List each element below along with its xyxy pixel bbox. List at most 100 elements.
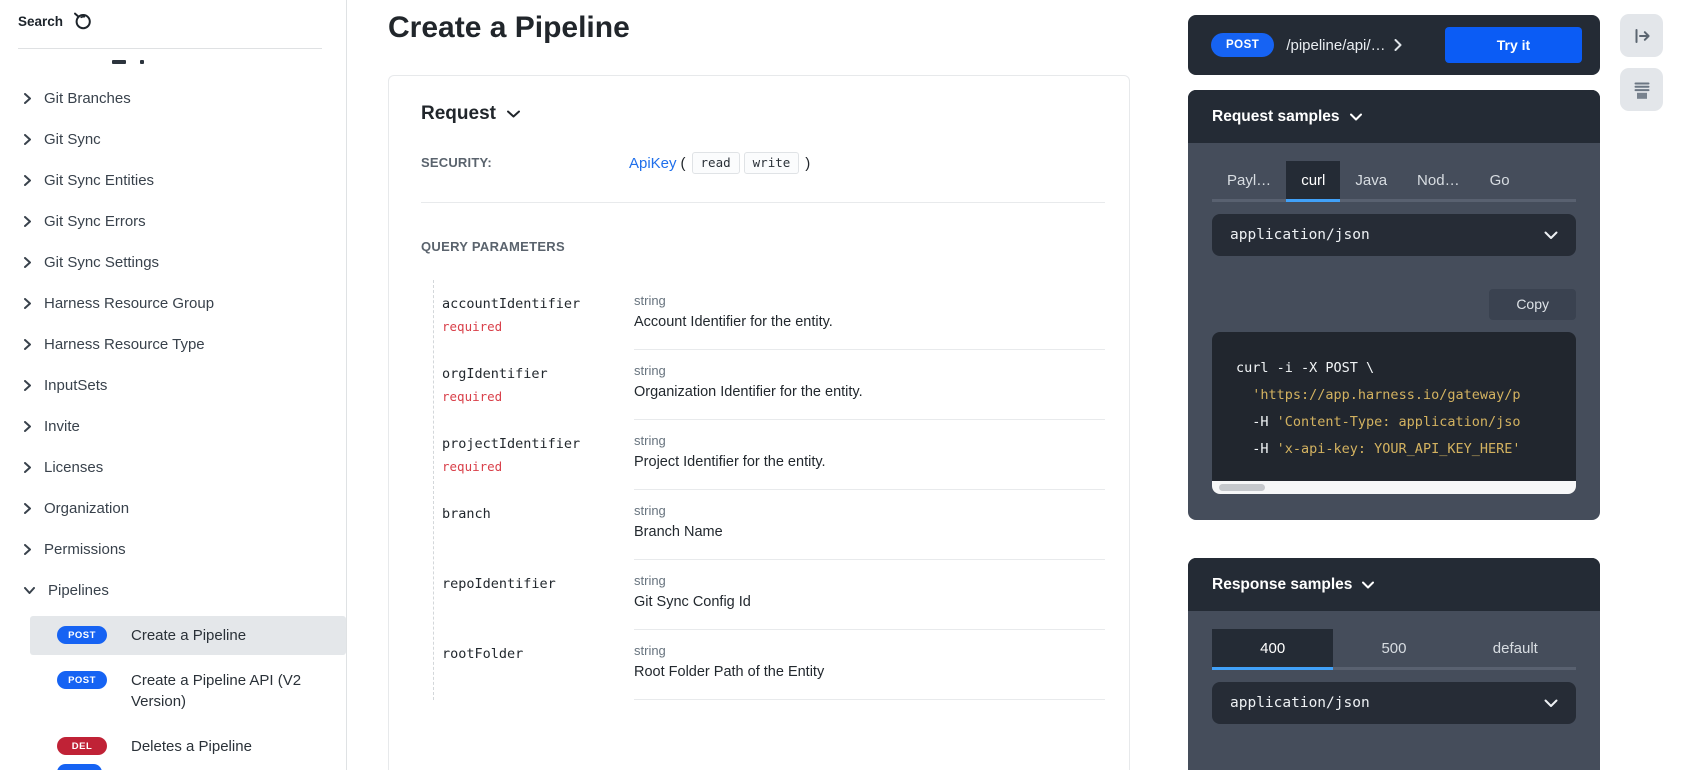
response-content-type-select[interactable]: application/json: [1212, 682, 1576, 724]
sidebar-group-label: Permissions: [44, 541, 126, 558]
sidebar-operation-create-a-pipeline[interactable]: POSTCreate a Pipeline: [30, 616, 346, 655]
operation-label: Deletes a Pipeline: [131, 736, 252, 757]
sidebar-group-git-sync[interactable]: Git Sync: [0, 119, 346, 160]
sidebar-group-git-sync-settings[interactable]: Git Sync Settings: [0, 242, 346, 283]
curl-code: curl -i -X POST \ 'https://app.harness.i…: [1212, 332, 1576, 481]
tab-500[interactable]: 500: [1333, 629, 1454, 670]
endpoint-bar[interactable]: POST /pipeline/api/… Try it: [1188, 15, 1600, 75]
parameter-type: string: [634, 433, 1105, 448]
parameter-detail-cell: stringGit Sync Config Id: [634, 560, 1105, 630]
sidebar-group-git-branches[interactable]: Git Branches: [0, 78, 346, 119]
security-scope: write: [744, 152, 800, 174]
security-scheme-link[interactable]: ApiKey: [629, 155, 677, 172]
scrolled-item-fragment: [112, 60, 144, 65]
sidebar: Search Git Branches Git Sync Git Sync Enti…: [0, 0, 347, 770]
search-label: Search: [18, 14, 63, 29]
code-line: curl -i -X POST \: [1236, 355, 1576, 382]
copy-button[interactable]: Copy: [1489, 289, 1576, 320]
request-samples-heading: Request samples: [1212, 108, 1340, 126]
page-title: Create a Pipeline: [388, 11, 630, 45]
tab-nod[interactable]: Nod…: [1402, 161, 1475, 202]
chevron-down-icon: [507, 110, 520, 118]
sidebar-group-git-sync-entities[interactable]: Git Sync Entities: [0, 160, 346, 201]
tab-go[interactable]: Go: [1475, 161, 1525, 202]
sidebar-group-harness-resource-group[interactable]: Harness Resource Group: [0, 283, 346, 324]
required-flag: required: [442, 389, 626, 404]
sidebar-group-permissions[interactable]: Permissions: [0, 529, 346, 570]
parameter-name: rootFolder: [442, 646, 626, 662]
sidebar-group-pipelines[interactable]: Pipelines: [0, 570, 346, 611]
response-content-type-value: application/json: [1230, 695, 1370, 711]
collapse-panel-button[interactable]: [1620, 14, 1663, 57]
required-flag: required: [442, 319, 626, 334]
tab-400[interactable]: 400: [1212, 629, 1333, 670]
parameter-name-cell: projectIdentifier required: [434, 420, 634, 490]
tab-default[interactable]: default: [1455, 629, 1576, 670]
sidebar-group-label: Git Branches: [44, 90, 131, 107]
request-samples-panel: Request samples Payl…curlJavaNod…Go appl…: [1188, 90, 1600, 520]
parameter-name: projectIdentifier: [442, 436, 626, 452]
response-samples-header[interactable]: Response samples: [1188, 558, 1600, 611]
tab-payl[interactable]: Payl…: [1212, 161, 1286, 202]
parameter-row-orgidentifier: orgIdentifierrequiredstringOrganization …: [434, 350, 1105, 420]
security-label: SECURITY:: [421, 152, 629, 170]
chevron-right-icon: [24, 421, 31, 432]
required-flag: required: [442, 459, 626, 474]
parameter-name: orgIdentifier: [442, 366, 626, 382]
sidebar-operation-create-a-pipeline-api-v2-version[interactable]: POSTCreate a Pipeline API (V2 Version): [30, 661, 346, 721]
tab-curl[interactable]: curl: [1286, 161, 1340, 202]
response-samples-heading: Response samples: [1212, 576, 1352, 594]
parameter-type: string: [634, 293, 1105, 308]
sidebar-group-label: Organization: [44, 500, 129, 517]
sidebar-group-licenses[interactable]: Licenses: [0, 447, 346, 488]
sidebar-group-git-sync-errors[interactable]: Git Sync Errors: [0, 201, 346, 242]
content-type-value: application/json: [1230, 227, 1370, 243]
tab-java[interactable]: Java: [1340, 161, 1402, 202]
content-type-select[interactable]: application/json: [1212, 214, 1576, 256]
sidebar-group-harness-resource-type[interactable]: Harness Resource Type: [0, 324, 346, 365]
query-parameters-heading: QUERY PARAMETERS: [421, 239, 1105, 254]
parameter-row-branch: branch stringBranch Name: [434, 490, 1105, 560]
sidebar-search[interactable]: Search: [18, 11, 93, 32]
sidebar-group-label: Harness Resource Group: [44, 295, 214, 312]
parameter-name: branch: [442, 506, 626, 522]
toc-button[interactable]: [1620, 68, 1663, 111]
request-samples-header[interactable]: Request samples: [1188, 90, 1600, 143]
chevron-right-icon: [24, 216, 31, 227]
chevron-right-icon: [24, 298, 31, 309]
parameter-name-cell: accountIdentifier required: [434, 280, 634, 350]
try-it-button[interactable]: Try it: [1445, 27, 1582, 63]
security-value: ApiKey ( readwrite ): [629, 152, 810, 174]
sidebar-operation-deletes-a-pipeline[interactable]: DELDeletes a Pipeline: [30, 727, 346, 766]
sidebar-group-label: Git Sync: [44, 131, 101, 148]
sidebar-group-inputsets[interactable]: InputSets: [0, 365, 346, 406]
parameter-name-cell: repoIdentifier: [434, 560, 634, 630]
method-badge: POST: [57, 626, 107, 644]
chevron-right-icon: [24, 134, 31, 145]
parameter-detail-cell: stringRoot Folder Path of the Entity: [634, 630, 1105, 700]
parameter-type: string: [634, 503, 1105, 518]
parameter-type: string: [634, 643, 1105, 658]
request-section-header[interactable]: Request: [421, 103, 1105, 125]
parameter-name: accountIdentifier: [442, 296, 626, 312]
sidebar-group-organization[interactable]: Organization: [0, 488, 346, 529]
paren-close: ): [805, 155, 810, 172]
chevron-down-icon: [1362, 581, 1374, 589]
chevron-down-icon: [24, 587, 35, 594]
parameter-detail-cell: stringBranch Name: [634, 490, 1105, 560]
sidebar-group-invite[interactable]: Invite: [0, 406, 346, 447]
sidebar-group-label: InputSets: [44, 377, 107, 394]
sidebar-nav: Git Branches Git Sync Git Sync Entities Git…: [0, 78, 346, 766]
sidebar-group-label: Git Sync Entities: [44, 172, 154, 189]
scrollbar-thumb[interactable]: [1219, 484, 1265, 491]
code-line: -H 'x-api-key: YOUR_API_KEY_HERE': [1236, 436, 1576, 463]
search-divider: [18, 48, 322, 49]
parameter-type: string: [634, 573, 1105, 588]
tab-track: [1525, 161, 1576, 202]
sidebar-group-label: Licenses: [44, 459, 103, 476]
chevron-down-icon: [1544, 699, 1558, 708]
code-horizontal-scrollbar[interactable]: [1212, 481, 1576, 494]
parameter-name-cell: branch: [434, 490, 634, 560]
parameters-table: accountIdentifierrequiredstringAccount I…: [433, 280, 1105, 700]
chevron-right-icon: [24, 257, 31, 268]
